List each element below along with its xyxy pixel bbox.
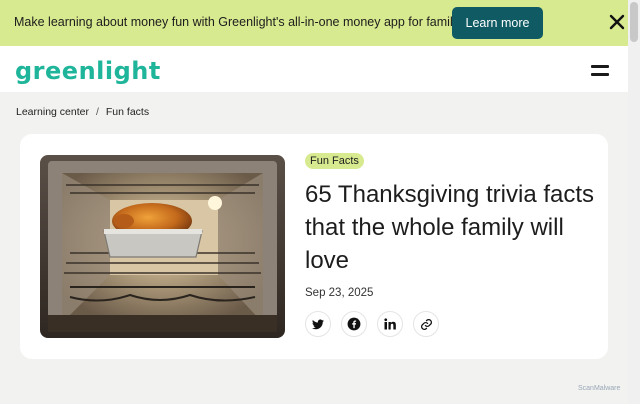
promo-text: Make learning about money fun with Green… — [14, 15, 473, 29]
share-buttons — [305, 311, 439, 337]
breadcrumb: Learning center / Fun facts — [16, 106, 149, 118]
turkey-oven-image — [40, 155, 285, 338]
hamburger-icon[interactable] — [591, 63, 611, 79]
twitter-icon[interactable] — [305, 311, 331, 337]
promo-banner: Make learning about money fun with Green… — [0, 0, 628, 46]
page-scrollbar[interactable] — [628, 0, 640, 404]
article-card: Fun Facts 65 Thanksgiving trivia facts t… — [20, 134, 608, 359]
scrollbar-thumb[interactable] — [630, 2, 638, 42]
greenlight-logo[interactable]: Greenlight — [15, 57, 161, 85]
link-icon[interactable] — [413, 311, 439, 337]
category-badge[interactable]: Fun Facts — [305, 153, 364, 169]
close-icon[interactable] — [606, 11, 628, 33]
breadcrumb-learning-center[interactable]: Learning center — [16, 106, 89, 118]
facebook-icon[interactable] — [341, 311, 367, 337]
article-title: 65 Thanksgiving trivia facts that the wh… — [305, 181, 595, 274]
site-header: Greenlight — [0, 46, 628, 92]
article-date: Sep 23, 2025 — [305, 287, 374, 299]
watermark: ScanMalware — [578, 385, 621, 392]
breadcrumb-fun-facts[interactable]: Fun facts — [106, 106, 149, 118]
learn-more-button[interactable]: Learn more — [452, 7, 543, 39]
linkedin-icon[interactable] — [377, 311, 403, 337]
breadcrumb-separator: / — [95, 106, 99, 118]
